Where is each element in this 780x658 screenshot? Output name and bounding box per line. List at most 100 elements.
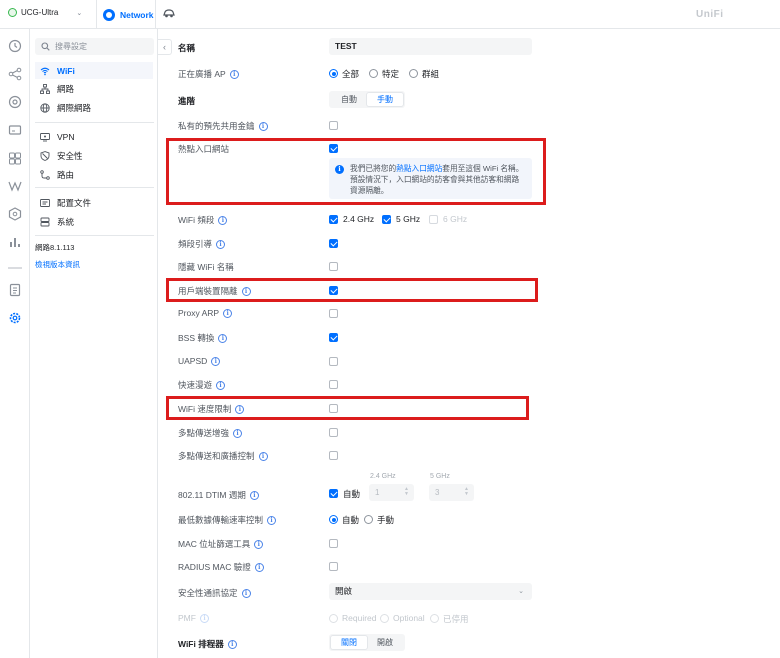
users-icon[interactable] (8, 151, 22, 165)
info-icon[interactable]: i (216, 380, 226, 390)
network-app-tab[interactable]: Network (96, 0, 156, 29)
info-icon[interactable]: i (216, 239, 226, 249)
name-label-text: 名稱 (178, 43, 196, 53)
sidebar-item-profiles[interactable]: 配置文件 (35, 194, 153, 211)
site-selector[interactable]: UCG-Ultra ⌄ (8, 8, 82, 17)
info-icon[interactable]: i (233, 428, 243, 438)
info-icon[interactable]: i (241, 588, 251, 598)
advanced-manual-option[interactable]: 手動 (367, 93, 403, 106)
sidebar-item-label: WiFi (57, 65, 75, 76)
info-icon[interactable]: i (218, 333, 228, 343)
info-icon[interactable]: i (227, 639, 237, 649)
radius-mac-label: RADIUS MAC 驗證 i (178, 561, 264, 573)
pmf-disabled-label: 已停用 (443, 614, 469, 624)
min-rate-auto-label: 自動 (342, 515, 360, 525)
search-icon (41, 42, 50, 51)
broadcast-group-radio[interactable] (409, 69, 418, 78)
release-notes-link[interactable]: 檢視版本資訊 (35, 259, 80, 270)
info-icon[interactable]: i (249, 490, 259, 500)
band-5-checkbox[interactable] (382, 215, 391, 224)
sidebar-item-networks[interactable]: 網路 (35, 80, 153, 97)
multicast-broadcast-label-text: 多點傳送和廣播控制 (178, 451, 255, 461)
statistics-icon[interactable] (8, 179, 22, 193)
band-steering-checkbox[interactable] (329, 239, 338, 248)
dtim-auto-checkbox[interactable] (329, 489, 338, 498)
pmf-required-radio[interactable] (329, 614, 338, 623)
dtim-label-text: 802.11 DTIM 週期 (178, 490, 246, 500)
network-tree-icon (40, 83, 50, 94)
advanced-auto-option[interactable]: 自動 (331, 93, 367, 106)
advanced-label: 進階 (178, 95, 195, 107)
band-5-label: 5 GHz (396, 214, 421, 224)
pmf-optional-radio[interactable] (380, 614, 389, 623)
security-protocol-select[interactable]: 開啟 ⌄ (329, 583, 532, 600)
info-icon[interactable]: i (258, 121, 268, 131)
settings-gear-icon[interactable] (8, 311, 22, 325)
sidebar-item-label: 路由 (57, 169, 75, 180)
scheduler-off-option[interactable]: 關閉 (331, 636, 367, 649)
info-icon[interactable]: i (267, 515, 277, 525)
info-icon[interactable]: i (254, 562, 264, 572)
pmf-disabled-radio[interactable] (430, 614, 439, 623)
dashboard-icon[interactable] (8, 39, 22, 53)
dtim-24-input[interactable]: 1 ▲ ▼ (369, 484, 414, 501)
search-placeholder: 搜尋設定 (55, 42, 87, 51)
pmf-label: PMF i (178, 613, 209, 623)
uapsd-checkbox[interactable] (329, 357, 338, 366)
broadcast-all-radio[interactable] (329, 69, 338, 78)
clients-icon[interactable] (8, 123, 22, 137)
sidebar-item-wifi[interactable]: WiFi (35, 62, 153, 79)
info-icon[interactable]: i (211, 356, 221, 366)
multicast-broadcast-checkbox[interactable] (329, 451, 338, 460)
devices-icon[interactable] (8, 95, 22, 109)
pmf-label-text: PMF (178, 613, 196, 623)
min-rate-auto-radio[interactable] (329, 515, 338, 524)
advanced-toggle: 自動 手動 (329, 91, 405, 108)
hide-ssid-checkbox[interactable] (329, 262, 338, 271)
sidebar-item-vpn[interactable]: VPN (35, 128, 153, 145)
info-icon[interactable]: i (229, 69, 239, 79)
sidebar-item-routing[interactable]: 路由 (35, 166, 153, 183)
multicast-broadcast-label: 多點傳送和廣播控制 i (178, 450, 268, 462)
bss-transition-checkbox[interactable] (329, 333, 338, 342)
radius-mac-checkbox[interactable] (329, 562, 338, 571)
band-6-checkbox[interactable] (429, 215, 438, 224)
hide-ssid-label-text: 隱藏 WiFi 名稱 (178, 262, 234, 272)
broadcast-specific-radio[interactable] (369, 69, 378, 78)
uapsd-label-text: UAPSD (178, 356, 208, 366)
scheduler-on-option[interactable]: 開啟 (367, 636, 403, 649)
min-rate-manual-radio[interactable] (364, 515, 373, 524)
private-psk-checkbox[interactable] (329, 121, 338, 130)
sidebar-item-security[interactable]: 安全性 (35, 147, 153, 164)
collapse-sidebar-button[interactable]: ‹ (158, 39, 172, 55)
highlight-box-rate-limit (166, 396, 529, 420)
info-icon[interactable]: i (218, 215, 228, 225)
dtim-24-value: 1 (375, 488, 380, 497)
info-icon[interactable]: i (254, 539, 264, 549)
wifi-band-label: WiFi 頻段 i (178, 214, 228, 226)
proxy-arp-checkbox[interactable] (329, 309, 338, 318)
sidebar-item-internet[interactable]: 網際網路 (35, 99, 153, 116)
mac-filter-checkbox[interactable] (329, 539, 338, 548)
stepper-icon: ▲ ▼ (404, 486, 409, 497)
integrations-icon[interactable] (8, 207, 22, 221)
name-input[interactable]: TEST (329, 38, 532, 55)
dtim-5-input[interactable]: 3 ▲ ▼ (429, 484, 474, 501)
sidebar-item-system[interactable]: 系統 (35, 213, 153, 230)
min-rate-manual-label: 手動 (377, 515, 395, 525)
topology-icon[interactable] (8, 67, 22, 81)
sidebar-item-label: 網路 (57, 83, 75, 94)
fast-roaming-checkbox[interactable] (329, 380, 338, 389)
innerspace-icon[interactable] (163, 9, 175, 18)
insights-icon[interactable] (8, 235, 22, 249)
bss-transition-label-text: BSS 轉換 (178, 333, 215, 343)
info-icon[interactable]: i (223, 308, 233, 318)
band-24-checkbox[interactable] (329, 215, 338, 224)
multicast-enhance-checkbox[interactable] (329, 428, 338, 437)
globe-icon (40, 102, 50, 113)
advanced-label-text: 進階 (178, 96, 196, 106)
logs-icon[interactable] (8, 283, 22, 297)
info-icon[interactable]: i (258, 451, 268, 461)
settings-search-input[interactable]: 搜尋設定 (35, 38, 154, 55)
mac-filter-label: MAC 位址篩選工具 i (178, 538, 264, 550)
